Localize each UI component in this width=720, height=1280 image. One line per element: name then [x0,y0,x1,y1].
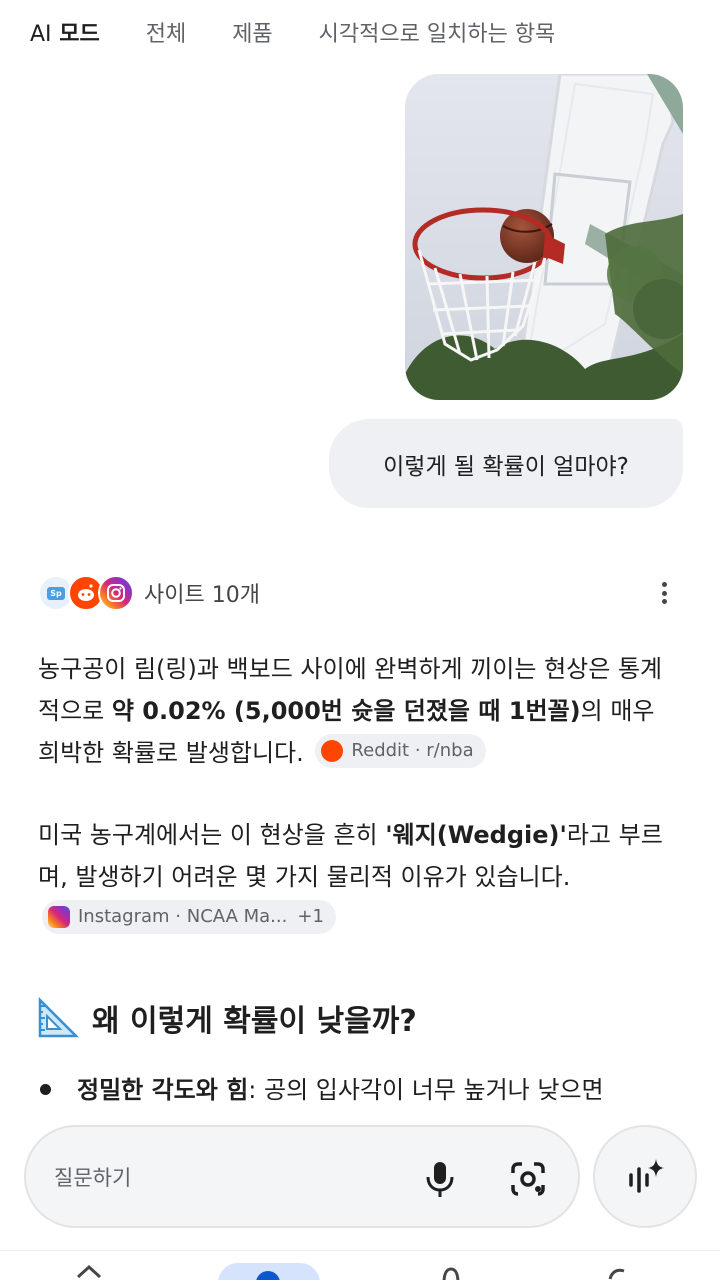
sources-count-label: 사이트 10개 [144,583,260,608]
ask-input[interactable]: 질문하기 [24,1125,580,1228]
tab-products[interactable]: 제품 [232,16,272,48]
source-chip-label: Reddit · r/nba [351,740,474,761]
user-uploaded-image[interactable] [405,74,683,400]
bottom-navigation [0,1250,720,1280]
source-favicons: Sp [38,573,138,613]
mode-tabs: AI 모드 전체 제품 시각적으로 일치하는 항목 [0,0,720,64]
user-message-bubble: 이렇게 될 확률이 얼마야? [329,419,683,508]
tab-mode-label: 모드 [59,22,100,47]
more-options-icon[interactable] [654,578,674,608]
tab-ai-mode[interactable]: AI 모드 [30,16,100,48]
section-heading-text: 왜 이렇게 확률이 낮을까? [92,1004,417,1039]
source-chip-instagram[interactable]: Instagram · NCAA Ma... +1 [42,900,336,934]
home-icon[interactable] [74,1263,104,1280]
tab-ai-label: AI [30,22,52,47]
live-waveform-sparkle-icon [629,1158,664,1193]
answer-text: 미국 농구계에서는 이 현상을 흔히 [38,821,386,849]
triangular-ruler-icon [38,996,80,1038]
answer-bold-text: '웨지(Wedgie)' [385,821,567,849]
microphone-icon[interactable] [418,1157,462,1201]
source-chip-reddit[interactable]: Reddit · r/nba [315,734,486,768]
profile-icon[interactable] [604,1263,634,1280]
answer-paragraph-2: 미국 농구계에서는 이 현상을 흔히 '웨지(Wedgie)'라고 부르며, 발… [38,814,684,940]
source-chip-extra-count: +1 [297,906,324,927]
instagram-icon [98,575,134,611]
answer-bold-text: 약 0.02% (5,000번 슛을 던졌을 때 1번꼴) [111,697,581,725]
instagram-icon [48,906,70,928]
sources-row[interactable]: Sp 사이트 10개 [38,572,682,614]
source-chip-label: Instagram · NCAA Ma... [78,906,288,927]
section-heading: 왜 이렇게 확률이 낮을까? [36,996,417,1040]
notifications-icon[interactable] [436,1263,466,1280]
tab-all[interactable]: 전체 [146,16,186,48]
search-nav-icon[interactable] [218,1263,320,1280]
tab-visual-matches[interactable]: 시각적으로 일치하는 항목 [319,16,556,48]
reddit-icon [321,740,344,762]
bullet-dot [40,1083,51,1095]
answer-paragraph-1: 농구공이 림(링)과 백보드 사이에 완벽하게 끼이는 현상은 통계적으로 약 … [38,648,684,774]
live-mode-button[interactable] [593,1125,697,1228]
ask-input-placeholder: 질문하기 [54,1165,132,1190]
google-lens-icon[interactable] [506,1157,550,1201]
